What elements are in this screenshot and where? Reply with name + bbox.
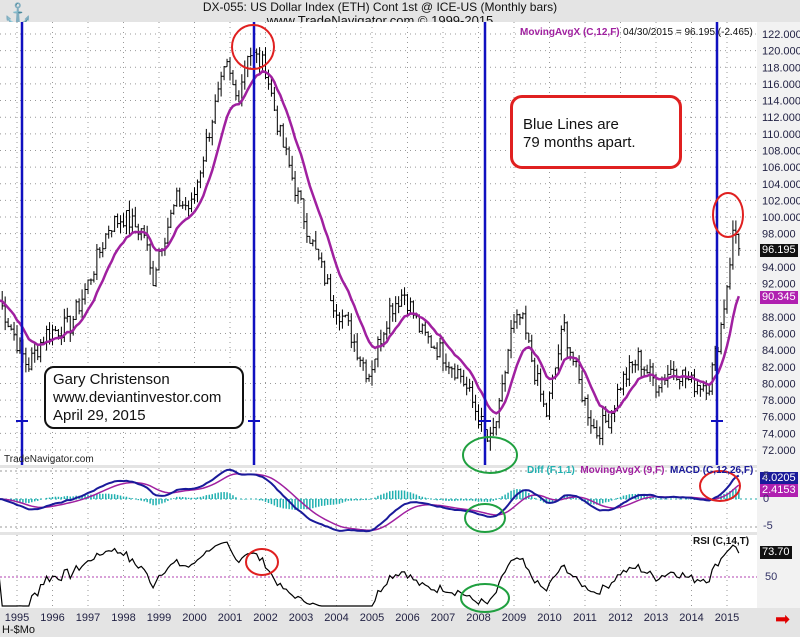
price-legend-value: 04/30/2015 = 96.195 (-2.465) xyxy=(623,27,753,38)
red-arrow-right-icon[interactable]: ➡ xyxy=(775,609,790,630)
x-tick-label: 2010 xyxy=(537,612,561,624)
note-line-1: Blue Lines are xyxy=(523,116,619,133)
y-tick-label: 84.000 xyxy=(762,345,796,357)
x-tick-label: 2011 xyxy=(573,612,597,624)
y-tick-label: 114.000 xyxy=(762,96,800,108)
x-tick-label: 1998 xyxy=(111,612,135,624)
x-tick-label: 1999 xyxy=(147,612,171,624)
rsi-panel xyxy=(0,535,757,608)
rsi-value-label: 73.70 xyxy=(760,546,792,559)
y-tick-label: 76.000 xyxy=(762,412,796,424)
last-price-label: 96.195 xyxy=(760,244,798,257)
x-tick-label: 2001 xyxy=(218,612,242,624)
x-tick-label: 2015 xyxy=(715,612,739,624)
ma-value-label: 90.345 xyxy=(760,291,798,304)
y-tick-label: 88.000 xyxy=(762,312,796,324)
y-tick-label: 82.000 xyxy=(762,362,796,374)
x-tick-label: 2012 xyxy=(608,612,632,624)
note-date: April 29, 2015 xyxy=(53,407,146,424)
y-tick-label: 86.000 xyxy=(762,329,796,341)
author-site: www.deviantinvestor.com xyxy=(53,389,222,406)
diff-legend: Diff (F,1,1) xyxy=(527,465,575,476)
y-tick-label: 106.000 xyxy=(762,162,800,174)
x-tick-label: 2013 xyxy=(644,612,668,624)
y-tick-label: 104.000 xyxy=(762,179,800,191)
y-tick-label: 122.000 xyxy=(762,29,800,41)
x-tick-label: 2005 xyxy=(360,612,384,624)
macd-legend: Diff (F,1,1) MovingAvgX (9,F) MACD (C,12… xyxy=(527,465,753,476)
y-tick-label: 98.000 xyxy=(762,229,796,241)
macd-tick-5: 5 xyxy=(763,470,770,482)
y-tick-label: 116.000 xyxy=(762,79,800,91)
rsi-legend: RSI (C,14,T) xyxy=(693,536,750,547)
x-tick-label: 2000 xyxy=(182,612,206,624)
x-tick-label: 2003 xyxy=(289,612,313,624)
chart-canvas: 1995 1996 1997 1998 1999 2000 2001 2002 2003 2004… xyxy=(0,22,800,624)
x-tick-label: 2004 xyxy=(324,612,348,624)
x-tick-label: 1996 xyxy=(40,612,64,624)
x-tick-label: 2014 xyxy=(679,612,703,624)
y-tick-label: 94.000 xyxy=(762,262,796,274)
y-tick-label: 108.000 xyxy=(762,145,800,157)
y-tick-label: 92.000 xyxy=(762,279,796,291)
y-tick-label: 78.000 xyxy=(762,395,796,407)
watermark: TradeNavigator.com xyxy=(4,454,94,465)
x-tick-label: 2009 xyxy=(502,612,526,624)
y-tick-label: 118.000 xyxy=(762,62,800,74)
y-tick-label: 120.000 xyxy=(762,46,800,58)
note-line-2: 79 months apart. xyxy=(523,134,636,151)
x-tick-label: 2008 xyxy=(466,612,490,624)
blue-lines-note: Blue Lines are 79 months apart. xyxy=(510,95,682,169)
x-tick-label: 2007 xyxy=(431,612,455,624)
author-note: Gary Christenson www.deviantinvestor.com A… xyxy=(44,366,244,429)
y-tick-label: 112.000 xyxy=(762,112,800,124)
x-tick-label: 1995 xyxy=(5,612,29,624)
y-tick-label: 74.000 xyxy=(762,428,796,440)
macd-tick-neg5: -5 xyxy=(763,520,773,532)
x-tick-label: 1997 xyxy=(76,612,100,624)
macd-tick-0: 0 xyxy=(763,493,770,505)
x-tick-label: 2006 xyxy=(395,612,419,624)
rsi-tick-50: 50 xyxy=(765,571,778,583)
x-tick-label: 2002 xyxy=(253,612,277,624)
macd-legend-text: MACD (C,12,26,F) xyxy=(669,465,754,476)
y-tick-label: 110.000 xyxy=(762,129,800,141)
macd-panel xyxy=(0,468,757,532)
symbol-label: H-$Mo xyxy=(2,624,36,636)
ma-legend: MovingAvgX (C,12,F) xyxy=(520,27,620,38)
y-tick-label: 80.000 xyxy=(762,378,796,390)
signal-legend: MovingAvgX (9,F) xyxy=(580,465,665,476)
y-tick-label: 100.000 xyxy=(762,212,800,224)
y-tick-label: 72.000 xyxy=(762,445,796,457)
author-name: Gary Christenson xyxy=(53,371,170,388)
y-tick-label: 102.000 xyxy=(762,195,800,207)
